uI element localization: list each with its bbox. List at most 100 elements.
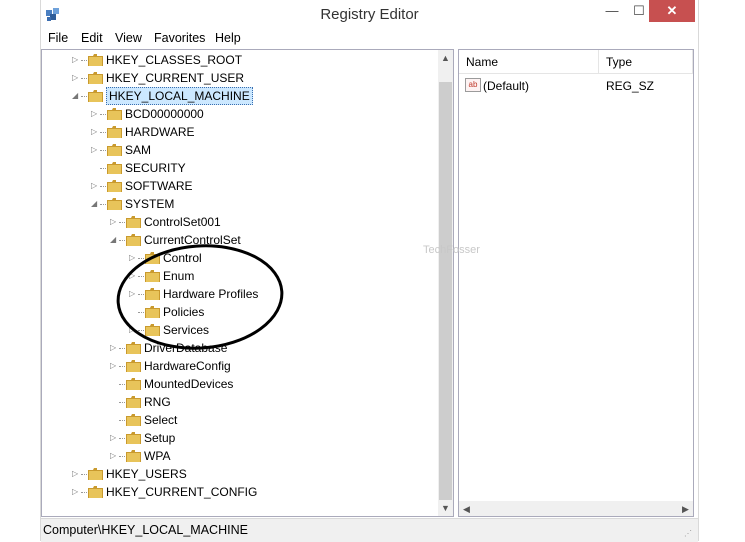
- tree-node[interactable]: ▷ HKEY_CURRENT_USER: [42, 69, 437, 87]
- folder-icon: [107, 180, 122, 192]
- tree-node[interactable]: ▷ HKEY_USERS: [42, 465, 437, 483]
- folder-icon: [107, 198, 122, 210]
- tree-node-label: CurrentControlSet: [144, 233, 241, 247]
- registry-key-tree[interactable]: ▷ HKEY_CLASSES_ROOT ▷ HKEY_CURRENT_USER ◢ HKE…: [41, 49, 454, 517]
- tree-node-label: HardwareConfig: [144, 359, 231, 373]
- tree-node[interactable]: ▷ WPA: [42, 447, 437, 465]
- scroll-down-arrow-icon[interactable]: ▼: [438, 500, 453, 516]
- list-scroll-thumb[interactable]: [475, 502, 677, 515]
- tree-node[interactable]: RNG: [42, 393, 437, 411]
- value-row[interactable]: ab (Default) REG_SZ: [459, 77, 693, 95]
- status-bar: Computer\HKEY_LOCAL_MACHINE ⋰: [41, 518, 698, 542]
- tree-node-label: BCD00000000: [125, 107, 204, 121]
- scroll-right-arrow-icon[interactable]: ▶: [678, 501, 693, 516]
- folder-icon: [88, 90, 103, 102]
- tree-node[interactable]: ▷ SOFTWARE: [42, 177, 437, 195]
- tree-node-label: Enum: [163, 269, 195, 283]
- folder-icon: [107, 126, 122, 138]
- folder-icon: [145, 324, 160, 336]
- tree-node[interactable]: ▷ Control: [42, 249, 437, 267]
- column-header-name[interactable]: Name: [459, 50, 599, 74]
- tree-node[interactable]: ▷ SAM: [42, 141, 437, 159]
- status-path: Computer\HKEY_LOCAL_MACHINE: [43, 523, 248, 537]
- menu-file[interactable]: File: [48, 31, 68, 45]
- folder-icon: [145, 270, 160, 282]
- scroll-up-arrow-icon[interactable]: ▲: [438, 50, 453, 66]
- tree-node[interactable]: ▷ Enum: [42, 267, 437, 285]
- folder-icon: [107, 162, 122, 174]
- tree-node-label: Services: [163, 323, 210, 337]
- tree-node[interactable]: ▷ Hardware Profiles: [42, 285, 437, 303]
- title-bar[interactable]: Registry Editor — ☐ ✕: [41, 0, 698, 29]
- tree-node[interactable]: ▷ Services: [42, 321, 437, 339]
- folder-icon: [126, 234, 141, 246]
- registry-value-list[interactable]: Name Type ab (Default) REG_SZ ◀ ▶: [458, 49, 694, 517]
- folder-icon: [88, 486, 103, 498]
- tree-node-label: Policies: [163, 305, 205, 319]
- string-value-icon: ab: [465, 78, 481, 92]
- folder-icon: [126, 342, 141, 354]
- tree-node[interactable]: ▷ DriverDatabase: [42, 339, 437, 357]
- folder-icon: [126, 432, 141, 444]
- folder-icon: [126, 414, 141, 426]
- tree-node-label: SAM: [125, 143, 152, 157]
- value-name: (Default): [483, 79, 530, 93]
- minimize-button[interactable]: —: [598, 0, 626, 22]
- tree-node[interactable]: ▷ Setup: [42, 429, 437, 447]
- tree-vertical-scrollbar[interactable]: ▲ ▼: [438, 50, 453, 516]
- tree-node[interactable]: ▷ HardwareConfig: [42, 357, 437, 375]
- column-header-type[interactable]: Type: [599, 50, 693, 74]
- list-horizontal-scrollbar[interactable]: ◀ ▶: [459, 501, 693, 516]
- tree-node-label: HKEY_CLASSES_ROOT: [106, 53, 243, 67]
- folder-icon: [88, 468, 103, 480]
- tree-node-label: Control: [163, 251, 202, 265]
- menu-help[interactable]: Help: [215, 31, 241, 45]
- resize-grip-icon[interactable]: ⋰: [684, 529, 694, 539]
- tree-node-label: HKEY_LOCAL_MACHINE: [106, 87, 253, 105]
- tree-node-label: RNG: [144, 395, 171, 409]
- folder-icon: [126, 450, 141, 462]
- tree-node-label: MountedDevices: [144, 377, 234, 391]
- folder-icon: [126, 378, 141, 390]
- watermark: TechFosser: [423, 244, 480, 256]
- tree-node[interactable]: ▷ BCD00000000: [42, 105, 437, 123]
- tree-node[interactable]: ◢ SYSTEM: [42, 195, 437, 213]
- tree-node-label: WPA: [144, 449, 171, 463]
- folder-icon: [88, 54, 103, 66]
- tree-node-label: HKEY_CURRENT_USER: [106, 71, 245, 85]
- tree-node-label: ControlSet001: [144, 215, 221, 229]
- folder-icon: [145, 252, 160, 264]
- tree-node[interactable]: ▷ HARDWARE: [42, 123, 437, 141]
- menu-favorites[interactable]: Favorites: [154, 31, 205, 45]
- tree-node[interactable]: SECURITY: [42, 159, 437, 177]
- tree-node[interactable]: Select: [42, 411, 437, 429]
- close-button[interactable]: ✕: [649, 0, 695, 22]
- value-type: REG_SZ: [606, 79, 655, 93]
- tree-node-label: Select: [144, 413, 178, 427]
- tree-scroll-thumb[interactable]: [439, 82, 452, 500]
- tree-node-label: SYSTEM: [125, 197, 175, 211]
- folder-icon: [126, 360, 141, 372]
- folder-icon: [107, 108, 122, 120]
- menu-view[interactable]: View: [115, 31, 142, 45]
- tree-node[interactable]: ▷ HKEY_CURRENT_CONFIG: [42, 483, 437, 501]
- tree-node[interactable]: MountedDevices: [42, 375, 437, 393]
- folder-icon: [145, 288, 160, 300]
- tree-node[interactable]: ◢ HKEY_LOCAL_MACHINE: [42, 87, 437, 105]
- tree-node-label: Setup: [144, 431, 176, 445]
- folder-icon: [145, 306, 160, 318]
- tree-node[interactable]: Policies: [42, 303, 437, 321]
- tree-node[interactable]: ▷ ControlSet001: [42, 213, 437, 231]
- tree-node[interactable]: ◢ CurrentControlSet: [42, 231, 437, 249]
- menu-edit[interactable]: Edit: [81, 31, 103, 45]
- tree-node-label: Hardware Profiles: [163, 287, 259, 301]
- menu-bar: File Edit View Favorites Help: [41, 29, 698, 48]
- tree-node[interactable]: ▷ HKEY_CLASSES_ROOT: [42, 51, 437, 69]
- scroll-left-arrow-icon[interactable]: ◀: [459, 501, 474, 516]
- folder-icon: [126, 216, 141, 228]
- folder-icon: [126, 396, 141, 408]
- tree-node-label: SECURITY: [125, 161, 186, 175]
- tree-node-label: SOFTWARE: [125, 179, 193, 193]
- folder-icon: [107, 144, 122, 156]
- folder-icon: [88, 72, 103, 84]
